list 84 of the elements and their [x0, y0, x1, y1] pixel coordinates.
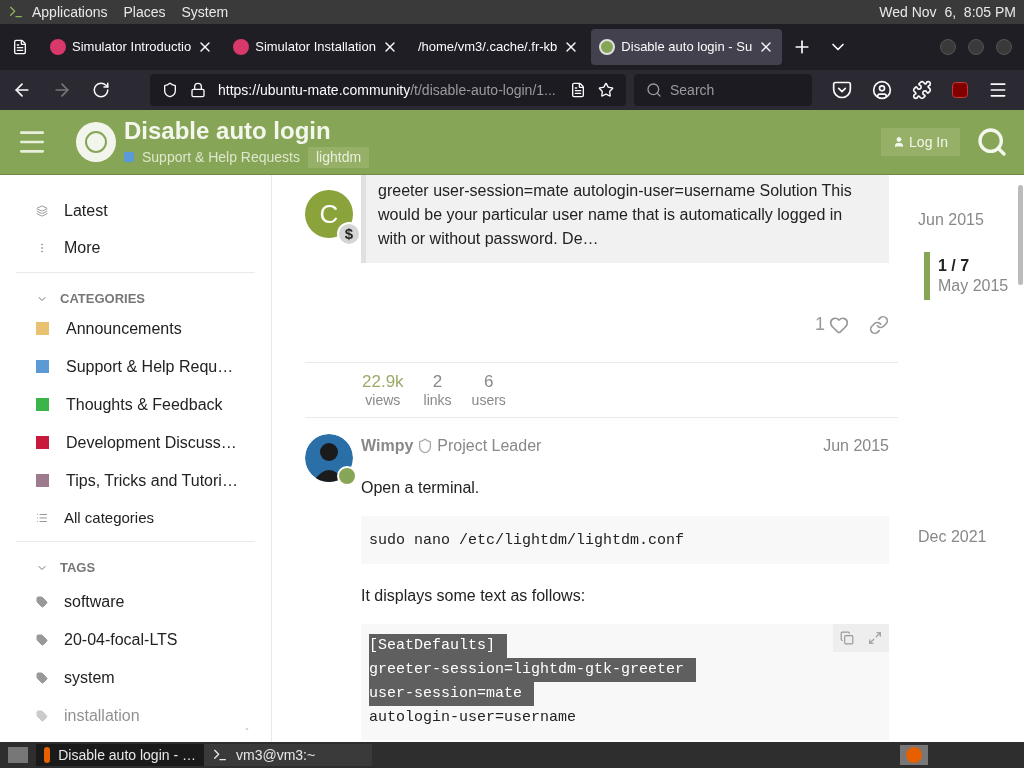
moderator-shield-icon: [417, 438, 434, 454]
stack-icon: [36, 205, 48, 217]
post-text: It displays some text as follows:: [361, 585, 587, 606]
link-icon[interactable]: [869, 314, 889, 335]
browser-icon: [44, 747, 51, 763]
tab-title: Simulator Installation: [255, 38, 376, 57]
sidebar-link[interactable]: software: [64, 589, 125, 614]
sidebar-link[interactable]: All categories: [64, 506, 155, 529]
lock-icon[interactable]: [190, 82, 206, 98]
stat-label: views: [365, 391, 401, 409]
taskbar-item[interactable]: vm3@vm3:~: [204, 744, 372, 766]
taskbar-title: Disable auto login - …: [58, 745, 196, 765]
tag-icon: [36, 671, 48, 684]
tab-title: Disable auto login - Su: [621, 38, 753, 57]
section-heading[interactable]: CATEGORIES: [60, 289, 145, 309]
taskbar-title: vm3@vm3:~: [236, 745, 316, 765]
sidebar-link[interactable]: system: [64, 665, 115, 690]
author-name[interactable]: Wimpy: [361, 434, 414, 458]
panel-menu[interactable]: Applications: [32, 1, 108, 23]
terminal-icon: [212, 747, 228, 763]
list-icon: [36, 511, 48, 524]
workspace-switcher-icon[interactable]: [900, 745, 928, 765]
timeline-position: 1 / 7: [938, 256, 971, 276]
shield-extension-icon[interactable]: [952, 82, 968, 98]
url-text: https://ubuntu-mate.community/t/disable-auto-login/1...: [218, 80, 557, 100]
site-logo-icon: [233, 39, 250, 55]
reader-view-icon[interactable]: [570, 82, 586, 98]
sidebar-link[interactable]: Announcements: [66, 316, 182, 341]
search-field[interactable]: Search: [634, 74, 812, 106]
stat-label: users: [471, 391, 506, 409]
pocket-icon[interactable]: [832, 80, 852, 100]
browser-tab[interactable]: Simulator Installation: [225, 29, 406, 65]
post-text: Open a terminal.: [361, 478, 481, 498]
sidebar-link[interactable]: Development Discuss…: [66, 430, 237, 455]
avatar[interactable]: [305, 434, 353, 482]
panel-menu[interactable]: Places: [123, 1, 166, 23]
topic-title: Disable auto login: [124, 116, 332, 145]
taskbar-item[interactable]: Disable auto login - …: [36, 744, 204, 766]
browser-tab[interactable]: Simulator Introductio: [42, 29, 222, 65]
post-date[interactable]: Jun 2015: [823, 434, 889, 458]
timeline-start-date[interactable]: Jun 2015: [918, 208, 1018, 232]
stat-label: links: [423, 391, 452, 409]
user-icon: [893, 136, 906, 148]
sidebar-link[interactable]: Tips, Tricks and Tutori…: [66, 468, 238, 493]
address-field[interactable]: https://ubuntu-mate.community/t/disable-auto-login/1...: [150, 74, 626, 106]
tab-title: Simulator Introductio: [72, 38, 192, 57]
sidebar-link[interactable]: Latest: [64, 199, 108, 223]
search-icon: [646, 82, 662, 98]
timeline-end-date[interactable]: Dec 2021: [918, 525, 1018, 549]
quote-text: greeter user-session=mate autologin-user=username Solution This would be your particular user name that is automatically logged in with or without password. De…: [378, 182, 852, 247]
account-icon[interactable]: [872, 80, 892, 100]
group-badge: [337, 466, 357, 486]
stat-value: 2: [432, 373, 443, 391]
sidebar-link[interactable]: 20-04-focal-LTS: [64, 627, 178, 652]
sidebar-link[interactable]: Thoughts & Feedback: [66, 392, 223, 417]
tag-icon: [36, 595, 48, 608]
search-icon[interactable]: [976, 126, 1008, 158]
browser-tab[interactable]: Disable auto login - Su: [591, 29, 783, 65]
site-logo-icon: [599, 39, 616, 55]
sidebar-link[interactable]: More: [64, 236, 101, 260]
flair-badge: $: [337, 222, 361, 246]
code-text: sudo nano /etc/lightdm/lightdm.conf: [369, 532, 685, 549]
clock[interactable]: Wed Nov 6, 8:05 PM: [879, 1, 1016, 23]
menu-icon[interactable]: [988, 80, 1008, 100]
panel-menu[interactable]: System: [181, 1, 229, 23]
section-heading[interactable]: TAGS: [60, 558, 96, 578]
extensions-icon[interactable]: [912, 80, 932, 100]
shield-icon[interactable]: [162, 82, 178, 98]
stat-value: 6: [484, 373, 494, 391]
user-title: Project Leader: [437, 436, 542, 456]
tag-icon: [36, 709, 48, 722]
code-line: autologin-user=username: [369, 707, 578, 728]
sidebar-link[interactable]: Support & Help Requ…: [66, 354, 234, 379]
reload-icon[interactable]: [92, 81, 110, 99]
stat-value: 22.9k: [362, 373, 404, 391]
browser-tab[interactable]: /home/vm3/.cache/.fr-kb: [409, 29, 588, 65]
like-count: 1: [815, 313, 825, 336]
timeline-date: May 2015: [938, 276, 1010, 296]
tag-icon: [36, 633, 48, 646]
site-logo-icon: [50, 39, 66, 55]
tab-overview-icon[interactable]: [12, 39, 28, 55]
bookmark-star-icon[interactable]: [598, 82, 614, 98]
tab-title: /home/vm3/.cache/.fr-kb: [417, 38, 558, 57]
heart-icon[interactable]: [829, 314, 849, 335]
